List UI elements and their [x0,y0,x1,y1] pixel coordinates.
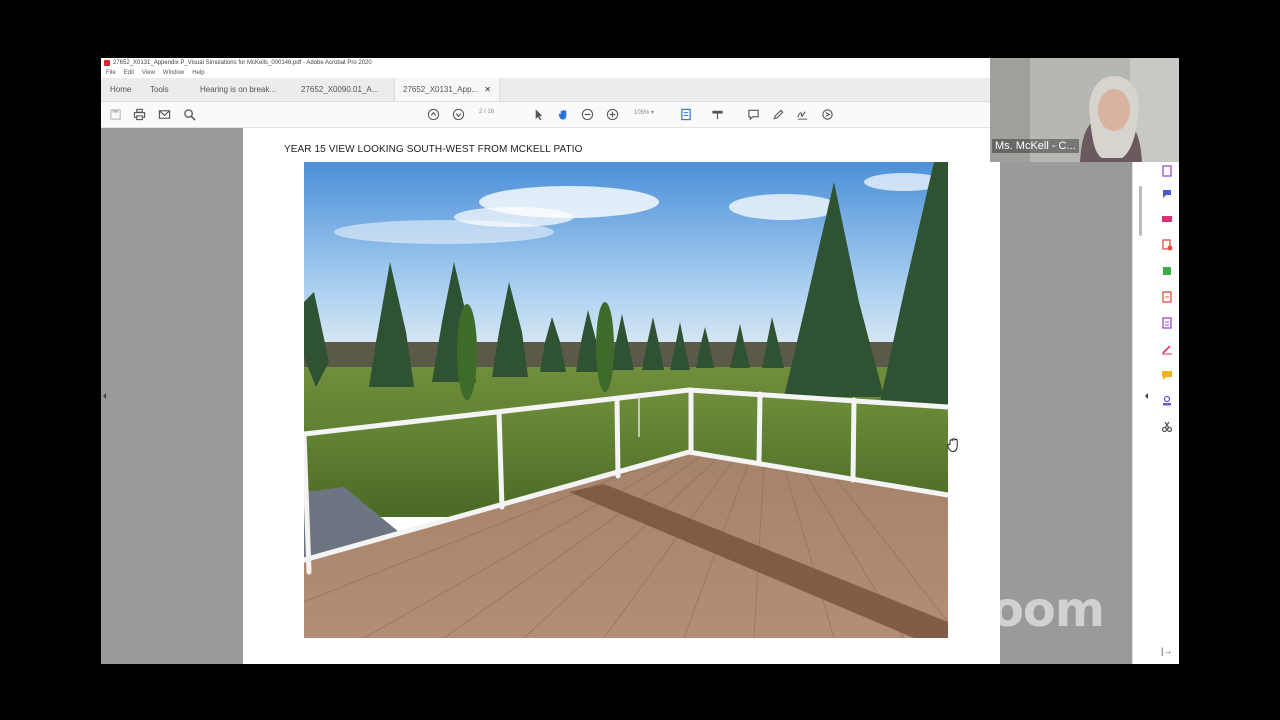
stamp-icon[interactable] [1161,394,1173,406]
comment-icon[interactable] [746,108,760,121]
zoom-watermark: zoom [964,582,1105,638]
tab-home[interactable]: Home [110,78,131,101]
search-icon[interactable] [182,108,196,121]
pane-expand-icon[interactable]: |→ [1161,646,1172,656]
page-heading: YEAR 15 VIEW LOOKING SOUTH-WEST FROM MCK… [284,144,583,155]
zoom-in-icon[interactable] [605,108,619,121]
page-fit-icon[interactable] [679,108,693,121]
sign-icon[interactable] [795,108,809,121]
visual-simulation-image [304,162,948,638]
tools-pane: |→ [1132,128,1179,664]
page-total: / 16 [484,109,495,115]
acrobat-icon [104,60,110,66]
tab-document-3[interactable]: 27652_X0131_App... ✕ [394,78,500,101]
hand-cursor-icon [947,438,958,453]
next-page-icon[interactable] [451,108,465,121]
more-tools-icon[interactable] [1161,420,1173,433]
prev-page-icon[interactable] [426,108,440,121]
zoom-level-value: 105% [634,110,650,116]
window-title: 27652_X0131_Appendix P_Visual Simulation… [113,60,372,66]
menu-help[interactable]: Help [192,70,204,76]
email-icon[interactable] [157,108,171,121]
share-icon[interactable] [820,108,834,121]
tools-pane-collapse-icon[interactable] [1145,393,1148,399]
zoom-level-dropdown[interactable]: 105% ▾ [634,109,654,116]
menu-view[interactable]: View [142,70,155,76]
tab-document-2[interactable]: 27652_X0090.01_A... [301,78,378,101]
page-number-display[interactable]: 2 / 16 [479,109,494,115]
scrollbar-thumb[interactable] [1139,186,1142,236]
tab-document-3-label: 27652_X0131_App... [403,85,479,94]
participant-video-tile[interactable]: Ms. McKell - C... [990,58,1179,162]
menu-window[interactable]: Window [163,70,184,76]
combine-files-icon[interactable] [1161,238,1173,251]
participant-name-label: Ms. McKell - C... [992,139,1079,153]
zoom-out-icon[interactable] [580,108,594,121]
protect-icon[interactable] [1161,316,1173,329]
create-pdf-icon[interactable] [1161,186,1173,198]
comment-tool-icon[interactable] [1161,368,1173,380]
export-pdf-icon[interactable] [1161,164,1173,177]
edit-pdf-icon[interactable] [1161,212,1173,224]
fill-sign-icon[interactable] [1161,342,1173,355]
close-tab-icon[interactable]: ✕ [484,85,491,94]
menu-edit[interactable]: Edit [124,70,134,76]
save-icon[interactable] [108,108,122,121]
pdf-page: YEAR 15 VIEW LOOKING SOUTH-WEST FROM MCK… [243,128,1000,664]
select-arrow-icon[interactable] [531,108,545,121]
tab-tools[interactable]: Tools [150,78,169,101]
pen-icon[interactable] [771,108,785,121]
scroll-icon[interactable] [710,108,724,121]
tab-document-1[interactable]: Hearing is on break... [200,78,276,101]
enhance-scans-icon[interactable] [1161,290,1173,303]
menu-file[interactable]: File [106,70,116,76]
print-icon[interactable] [132,108,146,121]
organize-pages-icon[interactable] [1161,264,1173,276]
left-margin [101,128,243,664]
page-current[interactable]: 2 [479,109,482,115]
hand-icon[interactable] [556,108,570,121]
deck-scene-graphic [304,162,948,638]
left-panel-toggle-icon[interactable] [103,393,106,399]
